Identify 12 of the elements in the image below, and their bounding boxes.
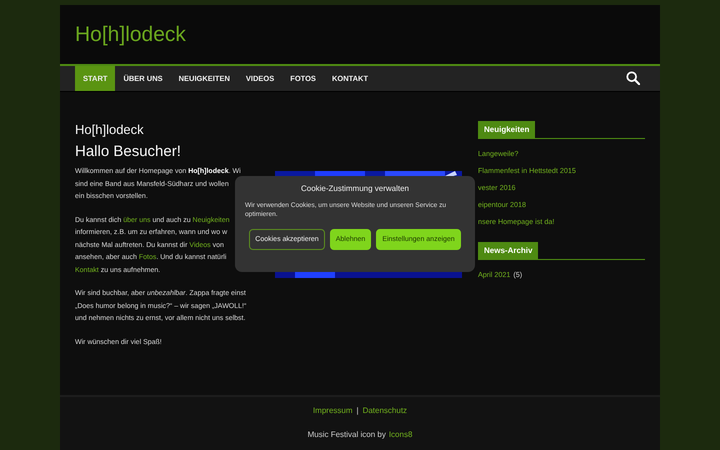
- footer-link[interactable]: Datenschutz: [362, 406, 408, 415]
- dialog-title: Cookie-Zustimmung verwalten: [300, 184, 410, 193]
- widget-title: Neuigkeiten: [478, 121, 536, 138]
- credit-text: Music Festival icon by: [308, 430, 386, 439]
- search-icon[interactable]: [626, 71, 640, 85]
- site-title[interactable]: Ho[h]lodeck: [75, 22, 186, 46]
- separator: |: [356, 406, 359, 415]
- widget-title: News-Archiv: [478, 242, 538, 259]
- page-title: Ho[h]lodeck: [75, 122, 145, 137]
- footer-link[interactable]: Impressum: [312, 406, 352, 415]
- credit-link[interactable]: Icons8: [388, 430, 412, 439]
- heading: Hallo Besucher!: [75, 143, 182, 160]
